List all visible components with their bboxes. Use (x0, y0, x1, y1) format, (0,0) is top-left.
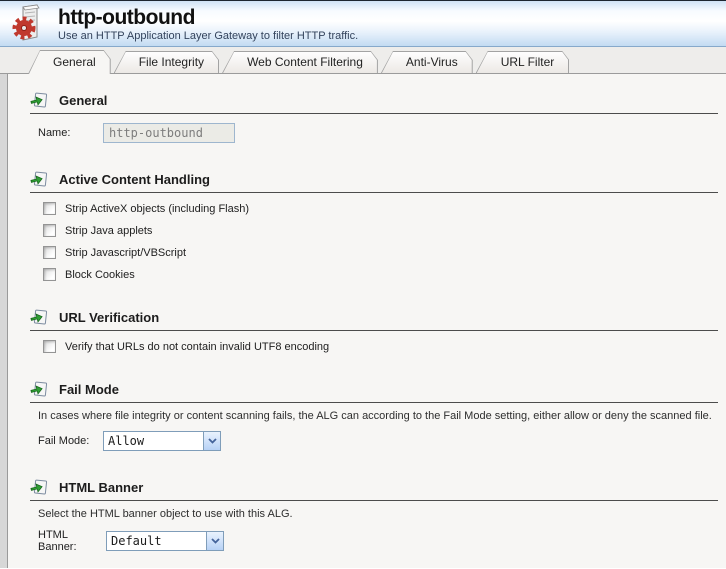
section-arrow-page-icon (30, 381, 48, 397)
html-banner-description: Select the HTML banner object to use wit… (38, 508, 293, 520)
chevron-down-icon (203, 432, 220, 450)
page-title: http-outbound (58, 6, 195, 29)
tab-anti-virus-label: Anti-Virus (405, 55, 458, 69)
tab-content-general: General Name: http-outbound Active Conte… (8, 74, 726, 568)
tab-web-content-filtering[interactable]: Web Content Filtering (222, 51, 378, 73)
name-field-label: Name: (38, 127, 71, 139)
html-banner-select[interactable]: Default (106, 531, 224, 551)
strip-java-checkbox[interactable] (43, 224, 56, 237)
tab-url-filter-label: URL Filter (500, 55, 555, 69)
alg-settings-page: http-outbound Use an HTTP Application La… (0, 0, 726, 569)
name-input[interactable] (103, 123, 235, 143)
section-url-verification-title: URL Verification (59, 309, 160, 325)
section-html-banner: HTML Banner Select the HTML banner objec… (30, 475, 718, 553)
section-arrow-page-icon (30, 92, 48, 108)
html-banner-selected-value: Default (111, 534, 162, 548)
tab-file-integrity[interactable]: File Integrity (114, 51, 219, 73)
verify-utf8-checkbox[interactable] (43, 340, 56, 353)
tab-web-content-filtering-label: Web Content Filtering (247, 55, 363, 69)
tab-general[interactable]: General (28, 50, 111, 74)
left-frame-edge (0, 74, 8, 568)
checkbox-row: Verify that URLs do not contain invalid … (38, 340, 718, 353)
tab-file-integrity-label: File Integrity (138, 55, 205, 69)
strip-javascript-label: Strip Javascript/VBScript (65, 246, 187, 259)
tab-general-label: General (53, 55, 96, 69)
section-arrow-page-icon (30, 309, 48, 325)
section-general-title: General (59, 92, 108, 108)
verify-utf8-label: Verify that URLs do not contain invalid … (65, 340, 330, 353)
strip-javascript-checkbox[interactable] (43, 246, 56, 259)
fail-mode-selected-value: Allow (108, 434, 145, 448)
section-ach-title: Active Content Handling (59, 171, 210, 187)
html-banner-label: HTML Banner: (38, 529, 77, 553)
section-arrow-page-icon (30, 479, 48, 495)
fail-mode-description: In cases where file integrity or content… (38, 410, 712, 422)
section-html-banner-title: HTML Banner (59, 479, 144, 495)
fail-mode-select[interactable]: Allow (103, 431, 221, 451)
block-cookies-checkbox[interactable] (43, 268, 56, 281)
tab-anti-virus[interactable]: Anti-Virus (381, 51, 473, 73)
strip-activex-checkbox[interactable] (43, 202, 56, 215)
section-fail-mode: Fail Mode In cases where file integrity … (30, 377, 718, 451)
tab-bar: General File Integrity Web Content Filte… (0, 47, 726, 74)
checkbox-row: Block Cookies (38, 268, 718, 281)
chevron-down-icon (206, 532, 223, 550)
checkbox-row: Strip Java applets (38, 224, 718, 237)
block-cookies-label: Block Cookies (65, 268, 135, 281)
page-header: http-outbound Use an HTTP Application La… (0, 1, 726, 47)
section-general: General Name: (30, 88, 718, 143)
fail-mode-label: Fail Mode: (38, 435, 90, 447)
section-fail-mode-title: Fail Mode (59, 381, 119, 397)
section-url-verification: URL Verification Verify that URLs do not… (30, 305, 718, 353)
section-arrow-page-icon (30, 171, 48, 187)
strip-activex-label: Strip ActiveX objects (including Flash) (65, 202, 250, 215)
page-subtitle: Use an HTTP Application Layer Gateway to… (58, 30, 359, 42)
tab-url-filter[interactable]: URL Filter (476, 51, 570, 73)
server-gear-icon (10, 3, 50, 44)
checkbox-row: Strip ActiveX objects (including Flash) (38, 202, 718, 215)
strip-java-label: Strip Java applets (65, 224, 153, 237)
section-active-content-handling: Active Content Handling Strip ActiveX ob… (30, 167, 718, 281)
checkbox-row: Strip Javascript/VBScript (38, 246, 718, 259)
